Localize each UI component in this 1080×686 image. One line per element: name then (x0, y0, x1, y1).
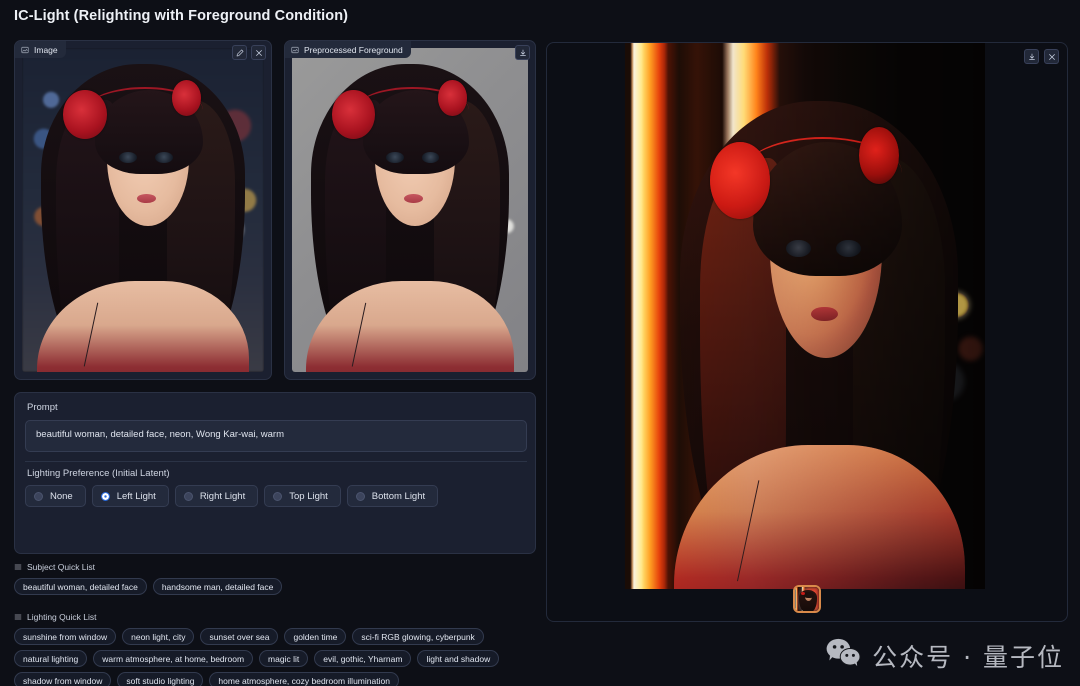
watermark-text: 公众号 · 量子位 (872, 638, 1064, 674)
lighting-quick-list: Lighting Quick List sunshine from window… (14, 612, 544, 686)
radio-label: None (50, 491, 73, 502)
quick-list-chip[interactable]: evil, gothic, Yharnam (314, 650, 411, 667)
left-column: Image (14, 40, 536, 680)
wechat-icon (825, 637, 863, 674)
output-panel (546, 42, 1068, 622)
quick-list-chip[interactable]: beautiful woman, detailed face (14, 578, 147, 595)
quick-list-chip[interactable]: sunshine from window (14, 628, 116, 645)
list-icon (14, 563, 22, 571)
subject-quick-list: Subject Quick List beautiful woman, deta… (14, 562, 536, 595)
subject-quick-list-chips: beautiful woman, detailed face handsome … (14, 578, 536, 595)
quick-list-chip[interactable]: shadow from window (14, 672, 111, 686)
list-icon (14, 613, 22, 621)
image-icon (21, 46, 29, 54)
input-image-canvas[interactable] (22, 48, 264, 372)
quick-list-chip[interactable]: soft studio lighting (117, 672, 203, 686)
input-image-label-chip: Image (15, 41, 66, 58)
gallery-thumbnail[interactable] (793, 585, 821, 613)
quick-list-chip[interactable]: natural lighting (14, 650, 87, 667)
download-icon[interactable] (515, 45, 530, 60)
output-gallery (547, 585, 1067, 613)
close-icon[interactable] (1044, 49, 1059, 64)
quick-list-chip[interactable]: light and shadow (417, 650, 499, 667)
preprocessed-image-canvas[interactable] (292, 48, 528, 372)
lighting-quick-list-header: Lighting Quick List (14, 612, 544, 622)
gallery-thumbnail-content (795, 587, 819, 611)
subject-quick-list-title: Subject Quick List (27, 562, 95, 572)
output-image[interactable] (625, 43, 985, 589)
quick-list-chip[interactable]: warm atmosphere, at home, bedroom (93, 650, 253, 667)
image-icon (291, 46, 299, 54)
radio-option-right-light[interactable]: Right Light (175, 485, 258, 507)
radio-dot-icon (101, 492, 110, 501)
quick-list-chip[interactable]: handsome man, detailed face (153, 578, 283, 595)
radio-option-bottom-light[interactable]: Bottom Light (347, 485, 438, 507)
input-image-card[interactable]: Image (14, 40, 272, 380)
prompt-label: Prompt (27, 402, 58, 413)
settings-card: Prompt Lighting Preference (Initial Late… (14, 392, 536, 554)
input-image-tools (232, 45, 266, 60)
ic-light-app: IC-Light (Relighting with Foreground Con… (0, 0, 1080, 686)
radio-option-none[interactable]: None (25, 485, 86, 507)
lighting-preference-label: Lighting Preference (Initial Latent) (27, 468, 170, 479)
radio-option-left-light[interactable]: Left Light (92, 485, 169, 507)
output-image-content (625, 43, 985, 589)
lighting-quick-list-chips: sunshine from window neon light, city su… (14, 628, 544, 686)
page-title: IC-Light (Relighting with Foreground Con… (14, 8, 348, 24)
edit-icon[interactable] (232, 45, 247, 60)
lighting-preference-radio-group: None Left Light Right Light Top Light Bo… (25, 485, 438, 507)
input-images-row: Image (14, 40, 536, 380)
warm-light-overlay (625, 43, 985, 589)
clear-icon[interactable] (251, 45, 266, 60)
preprocessed-image-card[interactable]: Preprocessed Foreground (284, 40, 536, 380)
quick-list-chip[interactable]: home atmosphere, cozy bedroom illuminati… (209, 672, 399, 686)
output-panel-tools (1024, 49, 1059, 64)
radio-label: Bottom Light (372, 491, 425, 502)
radio-label: Right Light (200, 491, 245, 502)
input-image-content (22, 48, 264, 372)
preprocessed-image-label: Preprocessed Foreground (304, 45, 403, 55)
settings-divider (25, 461, 527, 462)
radio-dot-icon (34, 492, 43, 501)
quick-list-chip[interactable]: sunset over sea (200, 628, 278, 645)
radio-option-top-light[interactable]: Top Light (264, 485, 341, 507)
portrait-subject (22, 48, 264, 372)
quick-list-chip[interactable]: sci-fi RGB glowing, cyberpunk (352, 628, 483, 645)
input-image-label: Image (34, 45, 58, 55)
radio-dot-icon (273, 492, 282, 501)
prompt-input[interactable] (25, 420, 527, 452)
preprocessed-image-tools (515, 45, 530, 60)
preprocessed-image-content (292, 48, 528, 372)
radio-dot-icon (184, 492, 193, 501)
radio-label: Top Light (289, 491, 328, 502)
subject-quick-list-header: Subject Quick List (14, 562, 536, 572)
radio-label: Left Light (117, 491, 156, 502)
watermark: 公众号 · 量子位 (825, 637, 1064, 674)
portrait-subject-foreground (292, 48, 528, 372)
radio-dot-icon (356, 492, 365, 501)
quick-list-chip[interactable]: golden time (284, 628, 346, 645)
preprocessed-image-label-chip: Preprocessed Foreground (285, 41, 411, 58)
quick-list-chip[interactable]: neon light, city (122, 628, 194, 645)
lighting-quick-list-title: Lighting Quick List (27, 612, 96, 622)
download-icon[interactable] (1024, 49, 1039, 64)
quick-list-chip[interactable]: magic lit (259, 650, 308, 667)
